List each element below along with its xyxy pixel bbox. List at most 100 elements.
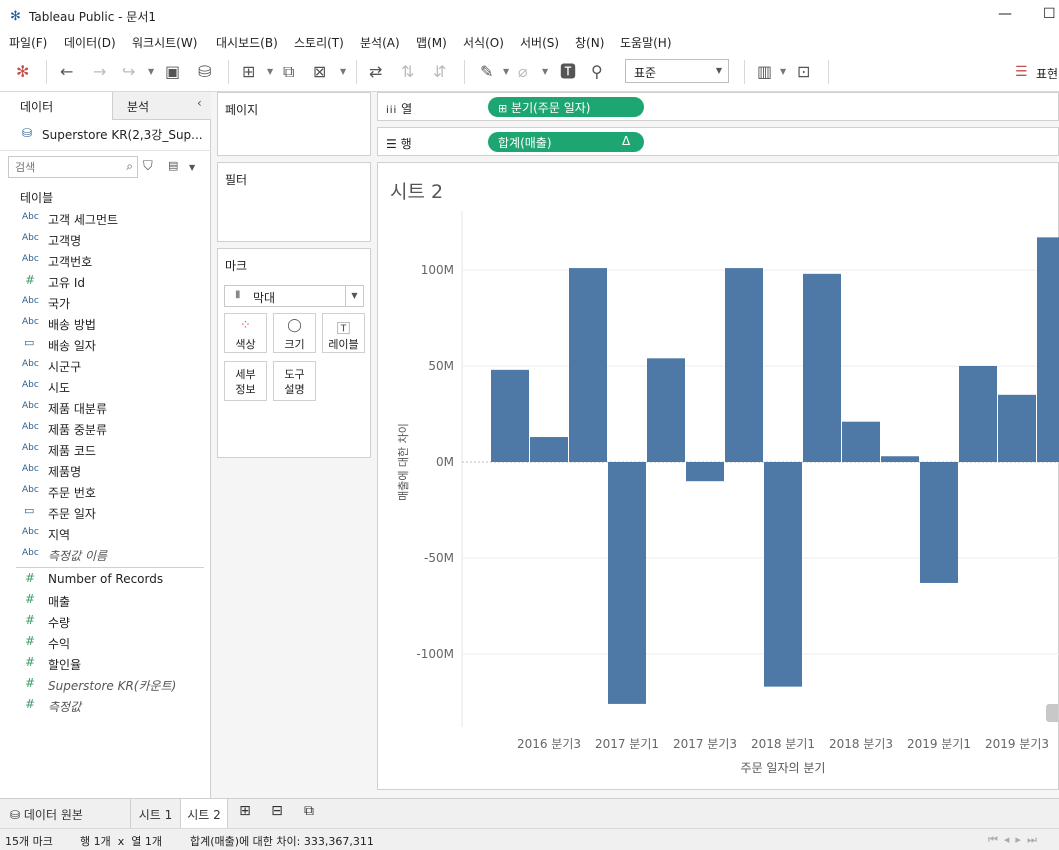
- tab-data[interactable]: 데이터: [0, 92, 112, 120]
- maximize-icon[interactable]: ☐: [1043, 6, 1056, 22]
- menu-server[interactable]: 서버(S): [520, 34, 559, 51]
- tableau-start-icon[interactable]: ✻: [16, 62, 29, 82]
- field-label: 매출: [48, 595, 71, 609]
- pin-icon[interactable]: ⚲: [591, 62, 603, 82]
- dimension-field[interactable]: Abc 주문 번호: [0, 481, 205, 502]
- dimension-field[interactable]: Abc 측정값 이름: [0, 544, 205, 565]
- undo-icon[interactable]: ←: [60, 62, 73, 82]
- menu-story[interactable]: 스토리(T): [294, 34, 344, 51]
- chevron-down-icon[interactable]: ▼: [267, 67, 273, 76]
- color-button[interactable]: ⁘ 색상: [224, 313, 267, 353]
- chevron-down-icon[interactable]: ▼: [542, 67, 548, 76]
- columns-shelf[interactable]: iii 열 ⊞ 분기(주문 일자): [377, 92, 1059, 121]
- duplicate-sheet-icon[interactable]: ⧉: [283, 62, 294, 82]
- navigation-arrows-icon[interactable]: ⏮◂▸⏭: [988, 833, 1043, 847]
- menu-format[interactable]: 서식(O): [463, 34, 504, 51]
- measure-field[interactable]: # 수익: [0, 632, 205, 653]
- measure-field[interactable]: # 매출: [0, 590, 205, 611]
- menu-worksheet[interactable]: 워크시트(W): [132, 34, 197, 51]
- collapse-pane-icon[interactable]: ‹: [197, 96, 202, 110]
- dimension-field[interactable]: Abc 제품명: [0, 460, 205, 481]
- dimension-field[interactable]: Abc 시군구: [0, 355, 205, 376]
- dimension-field[interactable]: Abc 제품 대분류: [0, 397, 205, 418]
- measure-field[interactable]: # Number of Records: [0, 569, 205, 590]
- dimension-field[interactable]: Abc 고객 세그먼트: [0, 208, 205, 229]
- datasource-item[interactable]: ⛁ Superstore KR(2,3강_Sup...: [0, 120, 211, 148]
- dimension-field[interactable]: Abc 제품 코드: [0, 439, 205, 460]
- x-tick-label: 2017 분기1: [595, 737, 659, 751]
- presentation-icon[interactable]: ⊡: [797, 62, 810, 82]
- menu-map[interactable]: 맵(M): [416, 34, 447, 51]
- tab-sheet-1[interactable]: 시트 1: [130, 799, 180, 829]
- rows-shelf-label: ☰ 행: [386, 137, 412, 151]
- tab-datasource[interactable]: ⛁ 데이터 원본: [0, 799, 130, 829]
- dimension-field[interactable]: Abc 제품 중분류: [0, 418, 205, 439]
- menu-data[interactable]: 데이터(D): [64, 34, 116, 51]
- dimension-field[interactable]: ▭ 주문 일자: [0, 502, 205, 523]
- columns-pill[interactable]: ⊞ 분기(주문 일자): [488, 97, 644, 117]
- dimension-field[interactable]: Abc 고객번호: [0, 250, 205, 271]
- view-list-icon[interactable]: ▤: [168, 159, 178, 172]
- measure-field[interactable]: # 할인율: [0, 653, 205, 674]
- group-icon[interactable]: ⌀: [518, 62, 528, 82]
- new-dashboard-icon[interactable]: ⊟: [264, 799, 290, 829]
- new-worksheet-icon[interactable]: ⊞: [232, 799, 258, 829]
- sort-descending-icon[interactable]: ⇵: [433, 62, 446, 82]
- new-datasource-icon[interactable]: ⛁: [198, 62, 211, 82]
- show-cards-icon[interactable]: ▥: [757, 62, 772, 82]
- replay-icon[interactable]: ↪: [122, 62, 135, 82]
- highlight-icon[interactable]: ✎: [480, 62, 493, 82]
- save-icon[interactable]: ▣: [165, 62, 180, 82]
- menu-analysis[interactable]: 분석(A): [360, 34, 400, 51]
- show-me-label[interactable]: 표현: [1036, 64, 1058, 84]
- dimension-field[interactable]: Abc 국가: [0, 292, 205, 313]
- dimension-field[interactable]: Abc 지역: [0, 523, 205, 544]
- view-menu-tab[interactable]: [1046, 704, 1058, 722]
- dimension-field[interactable]: # 고유 Id: [0, 271, 205, 292]
- menu-file[interactable]: 파일(F): [9, 34, 47, 51]
- menu-dashboard[interactable]: 대시보드(B): [216, 34, 278, 51]
- tab-analysis[interactable]: 분석 ‹: [112, 92, 211, 120]
- label-button[interactable]: 🅃 레이블: [322, 313, 365, 353]
- tab-sheet-2[interactable]: 시트 2: [180, 799, 228, 829]
- new-story-icon[interactable]: ⧉: [296, 799, 322, 829]
- field-label: 배송 방법: [48, 318, 96, 332]
- filters-card[interactable]: 필터: [217, 162, 371, 242]
- chevron-down-icon[interactable]: ▼: [189, 163, 195, 172]
- rows-shelf[interactable]: ☰ 행 합계(매출) Δ: [377, 127, 1059, 156]
- minimize-icon[interactable]: —: [998, 6, 1012, 22]
- chevron-down-icon[interactable]: ▼: [148, 67, 154, 76]
- dimension-field[interactable]: ▭ 배송 일자: [0, 334, 205, 355]
- measure-field[interactable]: # 측정값: [0, 695, 205, 716]
- rows-pill[interactable]: 합계(매출) Δ: [488, 132, 644, 152]
- measure-field[interactable]: # 수량: [0, 611, 205, 632]
- search-box[interactable]: ⌕: [8, 156, 138, 178]
- dimension-field[interactable]: Abc 고객명: [0, 229, 205, 250]
- bar: [1037, 237, 1059, 462]
- size-button[interactable]: ◯ 크기: [273, 313, 316, 353]
- detail-button[interactable]: 세부 정보: [224, 361, 267, 401]
- fit-select[interactable]: 표준 ▼: [625, 59, 729, 83]
- dimension-field[interactable]: Abc 배송 방법: [0, 313, 205, 334]
- chevron-down-icon[interactable]: ▼: [780, 67, 786, 76]
- redo-icon[interactable]: →: [93, 62, 106, 82]
- chevron-down-icon[interactable]: ▼: [340, 67, 346, 76]
- swap-icon[interactable]: ⇄: [369, 62, 382, 82]
- show-labels-icon[interactable]: 🆃: [560, 62, 576, 82]
- mark-type-select[interactable]: ▮ 막대 ▼: [224, 285, 364, 307]
- measure-field[interactable]: # Superstore KR(카운트): [0, 674, 205, 695]
- filter-icon[interactable]: ⛉: [143, 159, 153, 174]
- pages-card[interactable]: 페이지: [217, 92, 371, 156]
- tooltip-button[interactable]: 도구 설명: [273, 361, 316, 401]
- dimension-field[interactable]: Abc 시도: [0, 376, 205, 397]
- search-input[interactable]: [13, 158, 119, 176]
- new-worksheet-icon[interactable]: ⊞: [242, 62, 255, 82]
- show-me-icon[interactable]: ☰: [1015, 62, 1028, 82]
- clear-sheet-icon[interactable]: ⊠: [313, 62, 326, 82]
- chevron-down-icon[interactable]: ▼: [503, 67, 509, 76]
- sort-ascending-icon[interactable]: ⇅: [401, 62, 414, 82]
- menu-help[interactable]: 도움말(H): [620, 34, 672, 51]
- x-tick-label: 2017 분기3: [673, 737, 737, 751]
- menu-window[interactable]: 창(N): [575, 34, 604, 51]
- field-label: 고객번호: [48, 255, 93, 269]
